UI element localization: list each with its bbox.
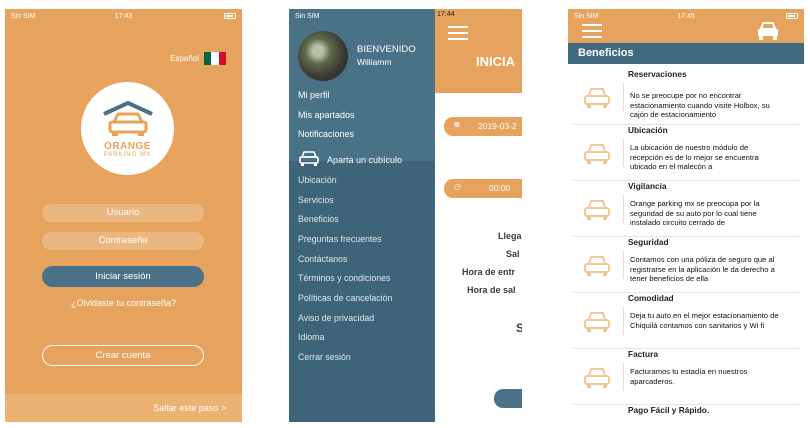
item-description: No se preocupe por no encontrar estacion…	[630, 91, 770, 119]
forgot-password-link[interactable]: ¿Olvidaste tu contraseña?	[5, 298, 242, 308]
car-icon	[584, 312, 610, 332]
menu-item-reservations[interactable]: Mis apartados	[298, 110, 355, 120]
car-icon	[584, 256, 610, 276]
logo-subtitle: PARKING·MX	[103, 151, 152, 158]
logo-brand: ORANGE	[104, 140, 151, 152]
clock: 17:45	[677, 12, 695, 20]
status-bar: Sin SIM	[289, 9, 435, 23]
hora-salida-label: Hora de sal	[467, 285, 516, 295]
menu-item-profile[interactable]: Mi perfil	[298, 90, 330, 100]
item-title: Vigilancia	[628, 181, 667, 191]
car-garage-icon	[102, 100, 153, 136]
clock-icon: ◷	[454, 182, 461, 191]
divider	[623, 251, 624, 279]
behind-button[interactable]	[494, 389, 522, 408]
battery-icon	[224, 13, 236, 19]
divider	[623, 307, 624, 335]
list-item[interactable]: Comodidad Deja tu auto en el mejor estac…	[568, 293, 804, 349]
behind-s-label: S	[516, 321, 522, 335]
item-description: Contamos con una póliza de seguro que al…	[630, 255, 775, 283]
payment-title: Pago Fácil y Rápido.	[628, 405, 710, 415]
item-description: Orange parking mx se preocupa por la seg…	[630, 199, 760, 227]
list-item[interactable]: Factura Facturamos tu estadía en nuestro…	[568, 349, 804, 405]
car-icon	[584, 200, 610, 220]
menu-item-language[interactable]: Idioma	[298, 332, 324, 342]
divider	[623, 363, 624, 391]
language-label: Español	[170, 54, 199, 63]
menu-item-location[interactable]: Ubicación	[298, 175, 337, 185]
menu-item-terms[interactable]: Términos y condiciones	[298, 273, 390, 283]
mexico-flag-icon	[204, 52, 226, 65]
divider	[623, 139, 624, 167]
menu-item-notifications[interactable]: Notificaciones	[298, 129, 354, 139]
password-input[interactable]: Contraseña	[42, 232, 204, 250]
menu-item-benefits[interactable]: Beneficios	[298, 214, 339, 224]
page-title: Beneficios	[568, 43, 804, 64]
side-drawer: Sin SIM 17:44 BIENVENIDO Williamm Mi per…	[289, 9, 455, 422]
login-screen: Sin SIM 17:43 Español ORANGE PARKING·MX …	[5, 9, 242, 422]
list-item[interactable]: Reservaciones No se preocupe por no enco…	[568, 69, 804, 125]
create-account-button[interactable]: Crear cuenta	[42, 345, 204, 366]
list-item[interactable]: Seguridad Contamos con una póliza de seg…	[568, 237, 804, 293]
language-selector[interactable]: Español	[170, 52, 226, 65]
item-title: Seguridad	[628, 237, 669, 247]
skip-step-link[interactable]: Saltar este paso >	[5, 394, 242, 422]
behind-content: INICIA Entrada ▦ 2019-03-2 Entrada ◷ 00:…	[434, 9, 522, 422]
calendar-icon: ▦	[454, 122, 460, 128]
car-icon	[584, 368, 610, 388]
menu-item-cancellation[interactable]: Políticas de cancelación	[298, 293, 392, 303]
item-description: Deja tu auto en el mejor estacionamiento…	[630, 311, 779, 330]
carrier-label: Sin SIM	[295, 12, 320, 20]
divider	[623, 83, 624, 111]
list-item[interactable]: Ubicación La ubicación de nuestro módulo…	[568, 125, 804, 181]
list-item[interactable]: Vigilancia Orange parking mx se preocupa…	[568, 181, 804, 237]
llega-label: Llega	[498, 231, 522, 241]
item-title: Ubicación	[628, 125, 668, 135]
menu-item-logout[interactable]: Cerrar sesión	[298, 352, 351, 362]
entrada-label-2: Entrada	[476, 157, 508, 167]
status-bar: Sin SIM 17:43	[5, 9, 242, 23]
reserve-cubicle-button[interactable]: Aparta un cubículo	[327, 155, 402, 165]
entrada-label-1: Entrada	[476, 95, 508, 105]
item-description: La ubicación de nuestro módulo de recepc…	[630, 143, 759, 171]
hamburger-menu-icon[interactable]	[582, 24, 602, 42]
menu-item-privacy[interactable]: Aviso de privacidad	[298, 313, 374, 323]
login-button[interactable]: Iniciar sesión	[42, 266, 204, 287]
hora-entrada-label: Hora de entr	[462, 267, 516, 277]
hamburger-menu-icon[interactable]	[448, 26, 468, 44]
item-description: Facturamos tu estadía en nuestros aparca…	[630, 367, 748, 386]
sal-label: Sal	[506, 249, 520, 259]
menu-item-faq[interactable]: Preguntas frecuentes	[298, 234, 382, 244]
benefits-screen: Sin SIM 17:45 Beneficios Reservaciones N…	[568, 9, 804, 422]
behind-header	[434, 9, 522, 93]
menu-item-services[interactable]: Servicios	[298, 195, 334, 205]
username-input[interactable]: Usuario	[42, 204, 204, 222]
menu-screen: INICIA Entrada ▦ 2019-03-2 Entrada ◷ 00:…	[289, 9, 522, 422]
car-icon	[584, 144, 610, 164]
time-value: 00:00	[489, 183, 511, 193]
behind-title: INICIA	[476, 54, 515, 69]
car-icon[interactable]	[756, 21, 780, 41]
clock: 17:44	[437, 11, 455, 18]
clock: 17:43	[114, 12, 133, 20]
item-title: Comodidad	[628, 293, 674, 303]
car-icon	[299, 151, 319, 166]
divider	[623, 195, 624, 223]
item-title: Reservaciones	[628, 69, 687, 79]
item-title: Factura	[628, 349, 658, 359]
orange-parking-logo: ORANGE PARKING·MX	[81, 82, 174, 175]
car-icon	[584, 88, 610, 108]
menu-item-contact[interactable]: Contáctanos	[298, 254, 347, 264]
username-label: Williamm	[357, 57, 392, 67]
welcome-label: BIENVENIDO	[357, 44, 416, 55]
battery-icon	[786, 13, 798, 19]
date-value: 2019-03-2	[478, 121, 517, 131]
avatar[interactable]	[298, 31, 348, 81]
